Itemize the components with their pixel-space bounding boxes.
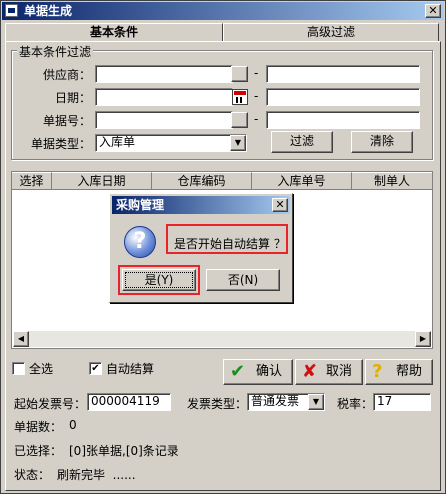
doc-type-label: 单据类型： — [30, 137, 91, 151]
message-highlight-box — [166, 224, 288, 254]
chevron-down-icon[interactable]: ▼ — [308, 394, 324, 410]
supplier-from-input[interactable] — [95, 65, 233, 83]
tax-rate-label: 税率： — [337, 397, 374, 411]
chevron-down-icon[interactable]: ▼ — [230, 135, 246, 151]
range-dash: - — [254, 112, 259, 126]
help-icon: ? — [372, 361, 383, 382]
date-to-input[interactable] — [266, 88, 420, 106]
supplier-to-input[interactable] — [266, 65, 420, 83]
grid-header: 选择 入库日期 仓库编码 入库单号 制单人 — [12, 172, 432, 190]
dialog-close-button[interactable]: ✕ — [272, 198, 288, 212]
doc-no-label: 单据号： — [42, 114, 91, 128]
column-header-select[interactable]: 选择 — [12, 172, 52, 190]
confirm-dialog: 采购管理 ✕ ? 是否开始自动结算 ？ 是(Y) 否(N) — [109, 193, 293, 303]
window-title: 单据生成 — [24, 4, 73, 18]
doc-no-to-input[interactable] — [266, 111, 420, 129]
cancel-label: 取消 — [325, 364, 352, 379]
doc-type-select[interactable]: 入库单 — [95, 134, 247, 152]
tab-basic-conditions[interactable]: 基本条件 — [5, 23, 223, 41]
date-label: 日期： — [54, 91, 91, 105]
state-label: 状态： — [14, 468, 51, 482]
auto-settle-checkbox[interactable]: ✔ — [89, 362, 102, 375]
range-dash: - — [254, 89, 259, 103]
select-all-checkbox[interactable] — [12, 362, 25, 375]
scroll-left-icon[interactable]: ◀ — [13, 331, 29, 347]
dialog-title[interactable]: 采购管理 — [112, 196, 290, 214]
yes-highlight-box — [118, 265, 200, 295]
title-bar[interactable]: 单据生成 ✕ — [2, 2, 444, 20]
help-label: 帮助 — [395, 364, 422, 379]
tab-advanced-filter[interactable]: 高级过滤 — [223, 23, 439, 41]
doc-count-label: 单据数： — [14, 420, 63, 434]
column-header-creator[interactable]: 制单人 — [352, 172, 432, 190]
doc-no-from-input[interactable] — [95, 111, 233, 129]
column-header-doc-no[interactable]: 入库单号 — [252, 172, 352, 190]
clear-button[interactable]: 清除 — [351, 131, 413, 153]
app-icon — [5, 4, 18, 17]
confirm-button[interactable]: ✔ 确认 — [223, 359, 293, 385]
selected-label: 已选择： — [14, 444, 63, 458]
column-header-warehouse[interactable]: 仓库编码 — [152, 172, 252, 190]
selected-value: [0]张单据,[0]条记录 — [69, 444, 179, 458]
supplier-picker-button[interactable] — [231, 66, 248, 82]
start-invoice-input[interactable]: 000004119 — [87, 393, 171, 411]
filter-group-title: 基本条件过滤 — [17, 43, 94, 60]
calendar-icon[interactable] — [232, 89, 248, 105]
doc-no-picker-button[interactable] — [231, 112, 248, 128]
cancel-x-icon: ✘ — [302, 361, 318, 382]
supplier-label: 供应商： — [42, 68, 91, 82]
checkmark-icon: ✔ — [230, 361, 246, 382]
invoice-type-label: 发票类型： — [187, 397, 248, 411]
column-header-date[interactable]: 入库日期 — [52, 172, 152, 190]
range-dash: - — [254, 66, 259, 80]
state-value: 刷新完毕 ...... — [57, 468, 136, 482]
cancel-button[interactable]: ✘ 取消 — [295, 359, 363, 385]
auto-settle-label: 自动结算 — [106, 362, 155, 376]
start-invoice-label: 起始发票号： — [14, 397, 87, 411]
filter-button[interactable]: 过滤 — [271, 131, 333, 153]
doc-count-value: 0 — [69, 418, 77, 432]
confirm-label: 确认 — [255, 364, 282, 379]
select-all-label: 全选 — [29, 362, 54, 376]
scroll-right-icon[interactable]: ▶ — [415, 331, 431, 347]
tax-rate-input[interactable]: 17 — [373, 393, 431, 411]
help-button[interactable]: ? 帮助 — [365, 359, 433, 385]
question-icon: ? — [124, 226, 156, 258]
no-button[interactable]: 否(N) — [206, 269, 280, 291]
horizontal-scrollbar[interactable]: ◀ ▶ — [13, 331, 431, 347]
close-button[interactable]: ✕ — [425, 4, 441, 18]
date-from-input[interactable] — [95, 88, 233, 106]
main-window: 单据生成 ✕ 基本条件 高级过滤 基本条件过滤 供应商： - 日期： - 单据号… — [0, 0, 446, 494]
